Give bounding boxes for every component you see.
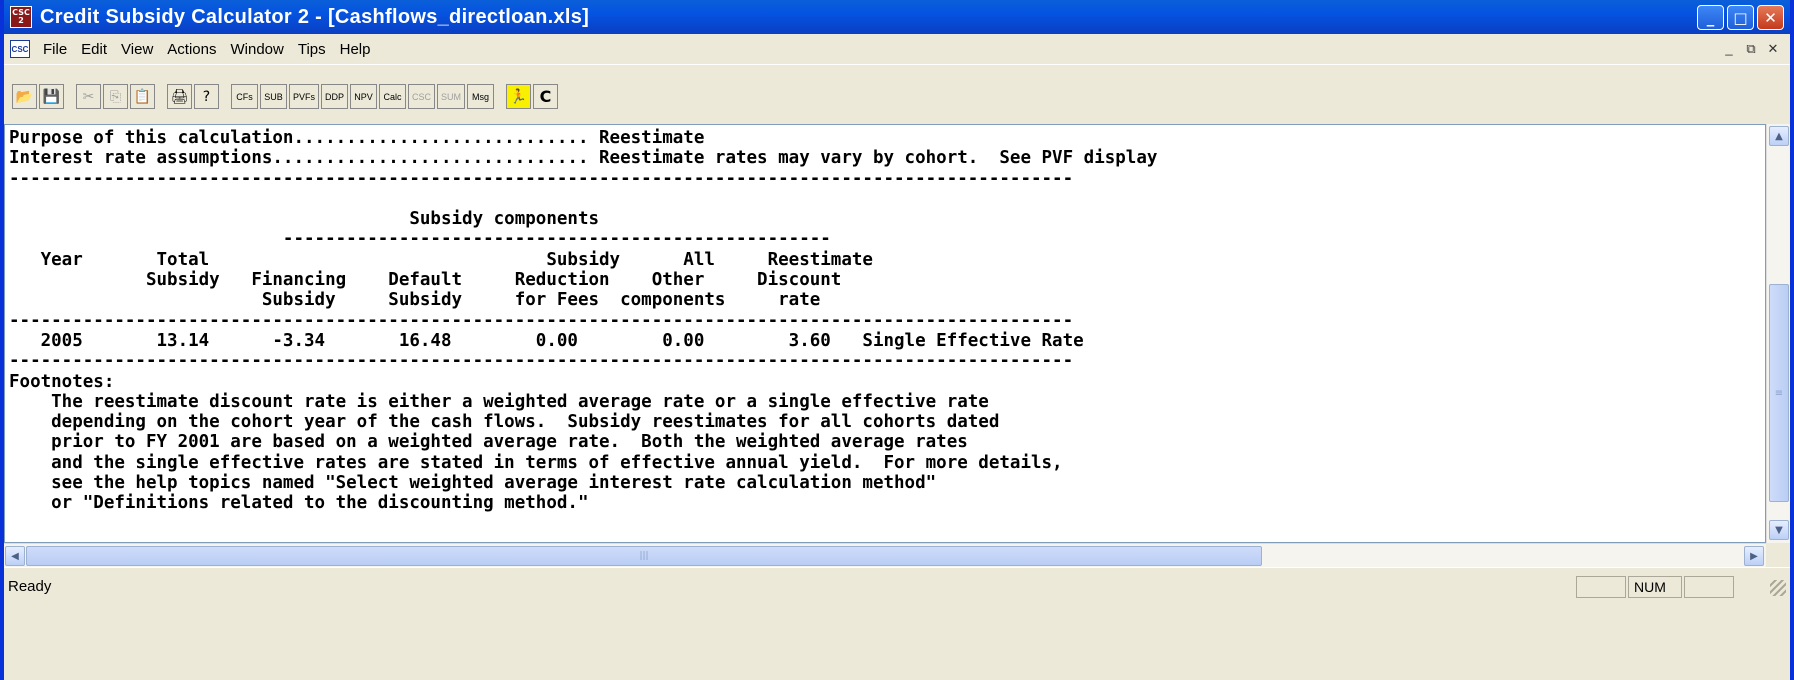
table-header: Year Total Subsidy All Reestimate <box>9 249 873 270</box>
scroll-up-icon[interactable]: ▲ <box>1769 126 1789 146</box>
document-icon[interactable]: CSC <box>10 40 30 58</box>
close-button[interactable]: ✕ <box>1757 5 1784 30</box>
title-bar[interactable]: CSC 2 Credit Subsidy Calculator 2 - [Cas… <box>4 0 1790 34</box>
status-bar: Ready NUM <box>4 567 1790 680</box>
vertical-scrollbar[interactable]: ▲ ≡ ▼ <box>1766 124 1790 543</box>
refresh-icon[interactable]: C <box>533 84 559 109</box>
menu-file[interactable]: File <box>36 39 74 60</box>
num-lock-indicator: NUM <box>1628 576 1682 598</box>
csc-button[interactable]: CSC <box>408 84 436 109</box>
maximize-button[interactable]: □ <box>1727 5 1754 30</box>
window-controls: _ □ ✕ <box>1697 5 1784 30</box>
sub-button[interactable]: SUB <box>260 84 287 109</box>
toolbar: 📂 💾 ✂ ⎘ 📋 🖨 ? CFs SUB PVFs DDP NPV Calc … <box>4 64 1790 126</box>
footnote-line: The reestimate discount rate is either a… <box>9 391 989 412</box>
footnote-line: and the single effective rates are state… <box>9 452 1063 473</box>
doc-close-button[interactable]: ✕ <box>1764 40 1782 57</box>
menu-edit[interactable]: Edit <box>74 39 114 60</box>
cfs-button[interactable]: CFs <box>231 84 258 109</box>
resize-grip-icon[interactable] <box>1770 580 1786 596</box>
menu-bar: CSC File Edit View Actions Window Tips H… <box>4 34 1790 64</box>
print-icon[interactable]: 🖨 <box>167 84 192 109</box>
open-folder-icon[interactable]: 📂 <box>12 84 37 109</box>
horizontal-scroll-thumb[interactable]: ||| <box>26 546 1262 566</box>
app-window: CSC 2 Credit Subsidy Calculator 2 - [Cas… <box>0 0 1794 680</box>
copy-icon[interactable]: ⎘ <box>103 84 128 109</box>
scroll-right-icon[interactable]: ▶ <box>1744 546 1764 566</box>
report-separator: ----------------------------------------… <box>9 229 831 250</box>
menu-tips[interactable]: Tips <box>291 39 333 60</box>
npv-button[interactable]: NPV <box>350 84 378 109</box>
vertical-scroll-thumb[interactable]: ≡ <box>1769 284 1789 502</box>
report-separator: ----------------------------------------… <box>9 310 1074 331</box>
status-text: Ready <box>8 578 52 595</box>
report-view[interactable]: Purpose of this calculation.............… <box>4 124 1766 543</box>
menu-actions[interactable]: Actions <box>160 39 223 60</box>
run-icon[interactable]: 🏃 <box>506 84 532 109</box>
footnote-line: or "Definitions related to the discounti… <box>9 493 589 514</box>
report-separator: ----------------------------------------… <box>9 168 1074 189</box>
table-header: Subsidy Financing Default Reduction Othe… <box>9 270 842 291</box>
menu-window[interactable]: Window <box>223 39 290 60</box>
footnote-line: see the help topics named "Select weight… <box>9 473 937 494</box>
footnote-line: prior to FY 2001 are based on a weighted… <box>9 432 968 453</box>
sum-button[interactable]: SUM <box>437 84 466 109</box>
table-header: Subsidy Subsidy for Fees components rate <box>9 290 821 311</box>
report-separator: ----------------------------------------… <box>9 351 1074 372</box>
report-line: Purpose of this calculation.............… <box>9 128 705 148</box>
subsidy-components-heading: Subsidy components <box>9 209 600 230</box>
menu-help[interactable]: Help <box>333 39 378 60</box>
minimize-button[interactable]: _ <box>1697 5 1724 30</box>
status-panel-empty <box>1684 576 1734 598</box>
window-title: Credit Subsidy Calculator 2 - [Cashflows… <box>40 5 590 28</box>
ddp-button[interactable]: DDP <box>321 84 349 109</box>
scroll-left-icon[interactable]: ◀ <box>5 546 25 566</box>
horizontal-scrollbar[interactable]: ◀ ||| ▶ <box>4 543 1766 567</box>
report-line: Interest rate assumptions...............… <box>9 148 1158 169</box>
help-question-icon[interactable]: ? <box>194 84 219 109</box>
doc-restore-button[interactable]: ⧉ <box>1742 40 1760 57</box>
document-controls: _ ⧉ ✕ <box>1720 40 1782 57</box>
status-panel-empty <box>1576 576 1626 598</box>
footnote-line: depending on the cohort year of the cash… <box>9 412 1000 433</box>
table-row: 2005 13.14 -3.34 16.48 0.00 0.00 3.60 Si… <box>9 330 1084 351</box>
scroll-down-icon[interactable]: ▼ <box>1769 520 1789 540</box>
menu-view[interactable]: View <box>114 39 160 60</box>
footnotes-title: Footnotes: <box>9 371 115 392</box>
calc-button[interactable]: Calc <box>379 84 407 109</box>
cut-icon[interactable]: ✂ <box>76 84 101 109</box>
msg-button[interactable]: Msg <box>467 84 495 109</box>
save-disk-icon[interactable]: 💾 <box>39 84 64 109</box>
paste-icon[interactable]: 📋 <box>130 84 155 109</box>
doc-minimize-button[interactable]: _ <box>1720 40 1738 57</box>
app-icon[interactable]: CSC 2 <box>10 6 32 28</box>
pvfs-button[interactable]: PVFs <box>289 84 320 109</box>
